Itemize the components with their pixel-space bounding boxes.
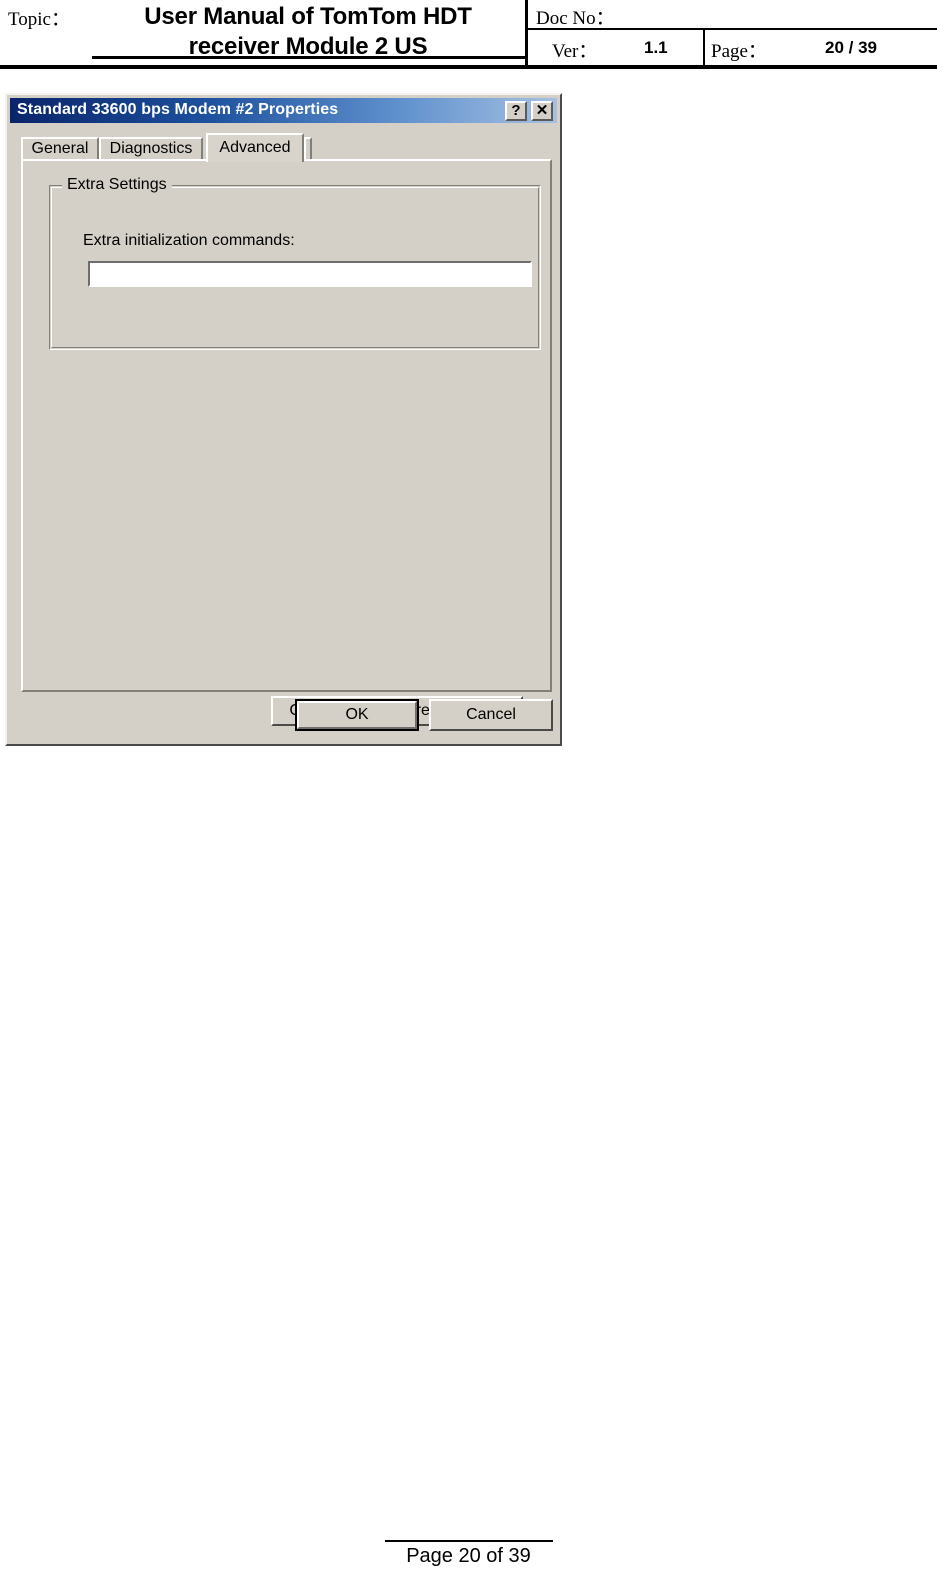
ok-button-label: OK	[297, 701, 417, 729]
header-page-cell: Page： 20 / 39	[705, 30, 937, 65]
header-page-value: 20 / 39	[825, 38, 877, 57]
tab-advanced[interactable]: Advanced	[206, 133, 304, 162]
page-title: User Manual of TomTom HDT receiver Modul…	[96, 2, 520, 62]
header-docno-label: Doc No：	[536, 8, 615, 29]
header-topic-divider	[92, 56, 528, 59]
header-page-label: Page：	[711, 41, 767, 62]
tab-general[interactable]: General	[21, 137, 99, 160]
extra-init-commands-input[interactable]	[88, 261, 532, 287]
advanced-tab-panel: Extra Settings Extra initialization comm…	[21, 159, 552, 726]
tab-diagnostics[interactable]: Diagnostics	[99, 137, 203, 160]
page-title-line1: User Manual of TomTom HDT	[144, 3, 472, 30]
header-topic-cell: Topic： User Manual of TomTom HDT receive…	[0, 0, 528, 65]
page-footer: Page 20 of 39	[0, 1540, 937, 1568]
ok-button[interactable]: OK	[295, 699, 419, 731]
dialog-title: Standard 33600 bps Modem #2 Properties	[17, 101, 339, 118]
footer-page-number: Page 20 of 39	[406, 1545, 531, 1567]
dialog-titlebar[interactable]: Standard 33600 bps Modem #2 Properties ?…	[10, 98, 557, 123]
help-icon[interactable]: ?	[505, 101, 527, 121]
header-ver-label: Ver：	[552, 41, 598, 62]
tab-strip-filler	[304, 137, 312, 160]
header-meta-cells: Doc No： Ver： 1.1 Page： 20 / 39	[528, 0, 937, 65]
document-header: Topic： User Manual of TomTom HDT receive…	[0, 0, 937, 69]
tab-strip: General Diagnostics Advanced	[21, 133, 541, 162]
close-icon[interactable]: ✕	[531, 101, 553, 121]
cancel-button[interactable]: Cancel	[429, 699, 553, 731]
header-ver-cell: Ver： 1.1	[528, 30, 705, 65]
header-version-row: Ver： 1.1 Page： 20 / 39	[528, 30, 937, 65]
header-topic-label: Topic：	[8, 9, 70, 30]
header-ver-value: 1.1	[644, 38, 668, 57]
extra-settings-group: Extra Settings Extra initialization comm…	[49, 176, 541, 350]
header-docno-cell: Doc No：	[528, 0, 937, 30]
extra-init-commands-label: Extra initialization commands:	[83, 232, 295, 249]
modem-properties-dialog: Standard 33600 bps Modem #2 Properties ?…	[5, 93, 562, 746]
footer-divider	[384, 1540, 553, 1542]
extra-settings-legend: Extra Settings	[62, 176, 172, 194]
